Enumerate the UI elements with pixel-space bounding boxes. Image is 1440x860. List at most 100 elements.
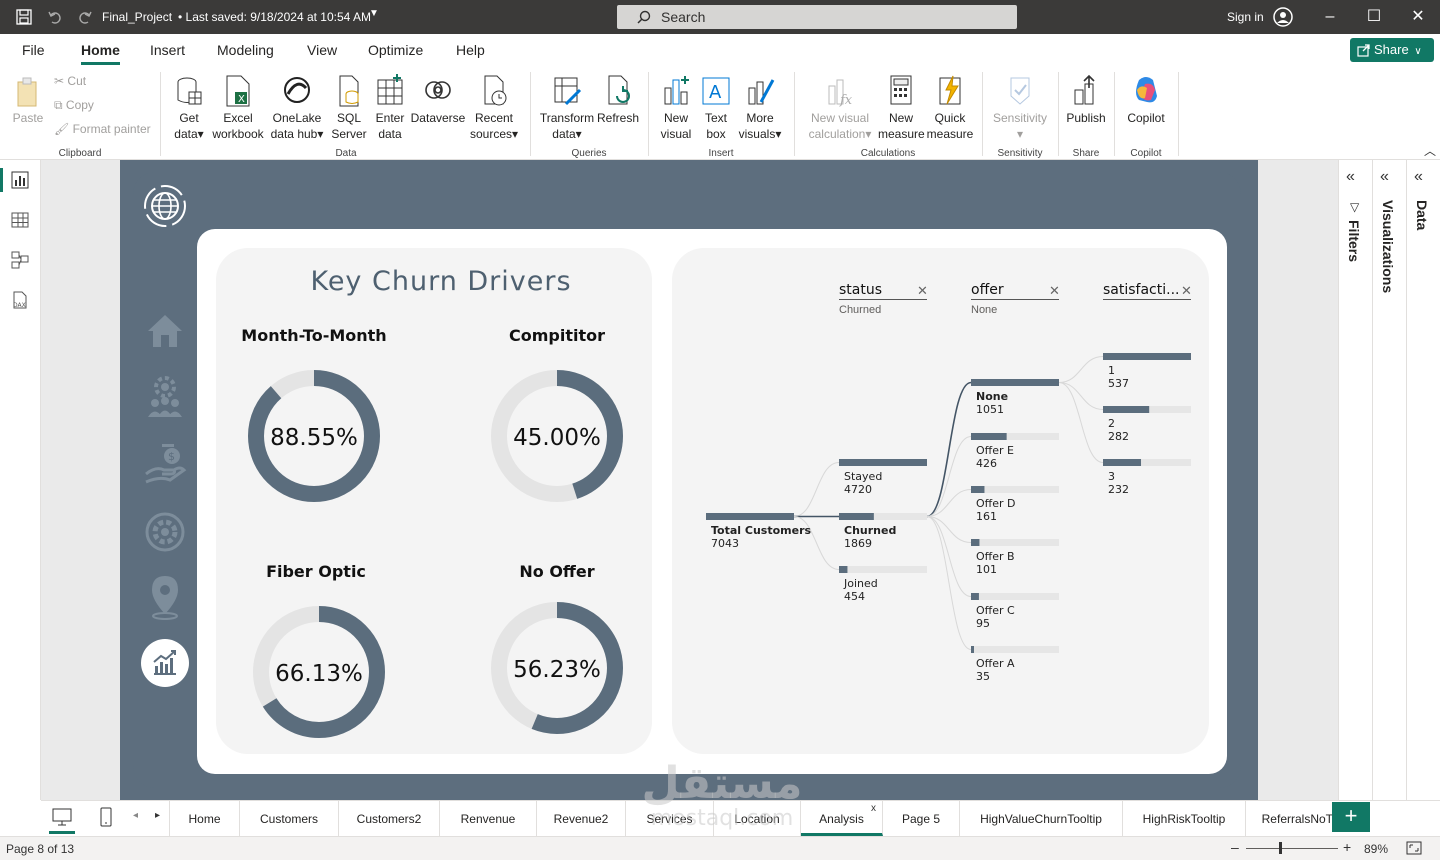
tab-renvenue[interactable]: Renvenue xyxy=(440,801,537,836)
tree-bar[interactable] xyxy=(1103,459,1142,466)
menu-file[interactable]: File xyxy=(22,42,45,58)
excel-workbook-button[interactable]: X Excel workbook xyxy=(210,74,266,142)
customers-nav-icon[interactable] xyxy=(140,373,190,423)
mobile-layout-icon[interactable] xyxy=(99,807,113,827)
tree-bar[interactable] xyxy=(839,459,927,466)
quick-measure-button[interactable]: Quick measure xyxy=(924,74,976,142)
data-pane-label[interactable]: Data xyxy=(1414,200,1430,230)
close-icon[interactable]: ✕ xyxy=(1408,7,1428,27)
menu-insert[interactable]: Insert xyxy=(150,42,185,58)
tree-node-label[interactable]: Joined 454 xyxy=(844,577,878,603)
collapse-ribbon-icon[interactable]: ︿ xyxy=(1424,142,1436,159)
tree-node-label[interactable]: 2 282 xyxy=(1108,417,1129,443)
tree-node-label[interactable]: 1 537 xyxy=(1108,364,1129,390)
add-page-button[interactable]: + xyxy=(1332,802,1370,832)
recent-sources-button[interactable]: Recent sources▾ xyxy=(466,74,522,142)
chevron-down-icon[interactable]: ▼ xyxy=(369,8,379,19)
tree-bar[interactable] xyxy=(971,539,980,546)
paste-button[interactable]: Paste xyxy=(10,76,46,126)
tree-bar[interactable] xyxy=(971,379,1059,386)
menu-help[interactable]: Help xyxy=(456,42,485,58)
decomposition-tree[interactable] xyxy=(672,248,1209,754)
tab-home[interactable]: Home xyxy=(170,801,240,836)
tab-page-5[interactable]: Page 5 xyxy=(883,801,960,836)
tree-bar[interactable] xyxy=(971,646,974,653)
zoom-out-icon[interactable]: – xyxy=(1231,839,1239,855)
sensitivity-button[interactable]: Sensitivity ▾ xyxy=(988,74,1052,142)
tab-highvaluechurntooltip[interactable]: HighValueChurnTooltip xyxy=(960,801,1123,836)
search-box[interactable] xyxy=(617,5,1017,29)
tree-bar[interactable] xyxy=(839,566,848,573)
tree-node-label[interactable]: Stayed 4720 xyxy=(844,470,882,496)
report-view-icon[interactable] xyxy=(10,170,30,190)
visualizations-pane-label[interactable]: Visualizations xyxy=(1380,200,1396,293)
tree-node-label[interactable]: Offer D 161 xyxy=(976,497,1016,523)
text-box-button[interactable]: A Text box xyxy=(696,74,736,142)
expand-filters-icon[interactable]: « xyxy=(1346,168,1355,186)
model-view-icon[interactable] xyxy=(10,250,30,270)
sql-server-button[interactable]: SQL Server xyxy=(330,74,368,142)
get-data-button[interactable]: Get data▾ xyxy=(168,74,210,142)
tree-node-label[interactable]: Offer A 35 xyxy=(976,657,1015,683)
search-input[interactable] xyxy=(661,8,1001,26)
save-icon[interactable] xyxy=(16,9,32,25)
tree-node-label[interactable]: Offer B 101 xyxy=(976,550,1015,576)
menu-view[interactable]: View xyxy=(307,42,337,58)
tree-root-bar[interactable] xyxy=(706,513,794,520)
dax-query-view-icon[interactable]: DAX xyxy=(10,290,30,310)
undo-icon[interactable] xyxy=(47,9,63,25)
zoom-slider[interactable] xyxy=(1246,848,1338,849)
table-view-icon[interactable] xyxy=(10,210,30,230)
tree-bar[interactable] xyxy=(839,513,874,520)
analysis-nav-icon[interactable] xyxy=(140,638,190,688)
more-visuals-button[interactable]: More visuals▾ xyxy=(736,74,784,142)
tree-node-label[interactable]: Offer E 426 xyxy=(976,444,1014,470)
tab-customers2[interactable]: Customers2 xyxy=(339,801,440,836)
copy-button[interactable]: ⧉ Copy xyxy=(54,98,94,113)
share-button[interactable]: Share ∨ xyxy=(1350,38,1434,62)
tab-referralsnot[interactable]: ReferralsNoT xyxy=(1246,801,1333,836)
tree-node-label[interactable]: Offer C 95 xyxy=(976,604,1015,630)
menu-home[interactable]: Home xyxy=(81,42,120,58)
tree-bar[interactable] xyxy=(971,593,979,600)
tree-node-label[interactable]: None 1051 xyxy=(976,390,1008,416)
new-visual-calculation-button[interactable]: fx New visual calculation▾ xyxy=(802,74,878,142)
zoom-in-icon[interactable]: + xyxy=(1343,839,1351,855)
desktop-layout-icon[interactable] xyxy=(51,807,73,827)
services-nav-icon[interactable] xyxy=(140,507,190,557)
redo-icon[interactable] xyxy=(77,9,93,25)
scroll-right-icon[interactable]: ▸ xyxy=(155,810,160,821)
sign-in-link[interactable]: Sign in xyxy=(1227,10,1264,24)
tab-customers[interactable]: Customers xyxy=(240,801,339,836)
tab-highrisktooltip[interactable]: HighRiskTooltip xyxy=(1123,801,1246,836)
tree-node-label[interactable]: Total Customers 7043 xyxy=(711,524,811,550)
format-painter-button[interactable]: 🖌 Format painter xyxy=(54,122,151,136)
tree-bar[interactable] xyxy=(1103,406,1150,413)
tree-node-label[interactable]: Churned 1869 xyxy=(844,524,896,550)
menu-modeling[interactable]: Modeling xyxy=(217,42,274,58)
expand-visualizations-icon[interactable]: « xyxy=(1380,168,1389,186)
publish-button[interactable]: Publish xyxy=(1064,74,1108,126)
cut-button[interactable]: ✂ Cut xyxy=(54,74,86,88)
maximize-icon[interactable]: ☐ xyxy=(1364,7,1384,27)
tree-bar[interactable] xyxy=(971,486,985,493)
new-measure-button[interactable]: New measure xyxy=(878,74,925,142)
close-tab-icon[interactable]: x xyxy=(871,803,876,814)
home-nav-icon[interactable] xyxy=(140,307,190,357)
zoom-slider-thumb[interactable] xyxy=(1279,842,1282,854)
fit-to-page-icon[interactable] xyxy=(1406,841,1422,855)
tree-bar[interactable] xyxy=(1103,353,1191,360)
new-visual-button[interactable]: New visual xyxy=(656,74,696,142)
enter-data-button[interactable]: Enter data xyxy=(370,74,410,142)
onelake-button[interactable]: OneLake data hub▾ xyxy=(267,74,327,142)
scroll-left-icon[interactable]: ◂ xyxy=(133,810,138,821)
menu-optimize[interactable]: Optimize xyxy=(368,42,423,58)
refresh-button[interactable]: Refresh xyxy=(596,74,640,126)
filters-pane-label[interactable]: Filters xyxy=(1346,220,1362,262)
expand-data-icon[interactable]: « xyxy=(1414,168,1423,186)
location-nav-icon[interactable] xyxy=(140,572,190,622)
transform-data-button[interactable]: Transform data▾ xyxy=(538,74,596,142)
revenue-nav-icon[interactable]: $ xyxy=(140,440,190,490)
copilot-button[interactable]: Copilot xyxy=(1120,74,1172,126)
tab-revenue2[interactable]: Revenue2 xyxy=(537,801,626,836)
